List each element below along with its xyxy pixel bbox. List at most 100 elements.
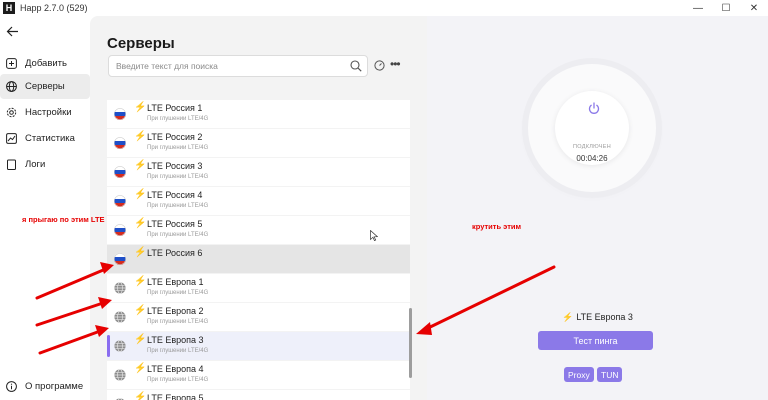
sidebar-item-logs[interactable]: Логи (0, 152, 90, 177)
maximize-button[interactable]: ☐ (712, 0, 740, 16)
server-item[interactable]: ⚡ LTE Европа 3 При глушении LTE/4G (107, 332, 410, 360)
ping-test-button[interactable]: Тест пинга (538, 331, 653, 350)
sidebar-item-label: Логи (25, 159, 46, 170)
server-name: LTE Европа 2 (147, 306, 204, 316)
connection-panel: ПОДКЛЮЧЕН 00:04:26 ⚡ LTE Европа 3 Тест пи… (427, 16, 768, 400)
sidebar: Добавить Серверы Настройки Статистика Ло… (0, 16, 90, 400)
sidebar-item-label: Добавить (25, 58, 67, 69)
search-icon[interactable] (350, 60, 362, 75)
bolt-icon: ⚡ (134, 189, 147, 200)
russia-flag-icon (114, 137, 126, 149)
russia-flag-icon (114, 224, 126, 236)
server-name: LTE Россия 6 (147, 248, 203, 258)
gear-icon (5, 107, 17, 119)
back-arrow-icon[interactable] (6, 25, 19, 40)
server-item[interactable]: ⚡ LTE Россия 4 При глушении LTE/4G (107, 187, 410, 215)
bolt-icon: ⚡ (134, 102, 147, 113)
server-subtitle: При глушении LTE/4G (147, 232, 209, 238)
server-subtitle: При глушении LTE/4G (147, 203, 209, 209)
power-ring: ПОДКЛЮЧЕН 00:04:26 (528, 64, 656, 192)
server-subtitle: При глушении LTE/4G (147, 348, 209, 354)
power-icon (588, 102, 600, 118)
current-server-name: LTE Европа 3 (576, 312, 633, 322)
server-subtitle: При глушении LTE/4G (147, 290, 209, 296)
search-input[interactable] (109, 56, 339, 76)
russia-flag-icon (114, 166, 126, 178)
bolt-icon: ⚡ (134, 247, 147, 258)
sidebar-item-label: О программе (25, 381, 84, 392)
server-name: LTE Россия 2 (147, 132, 203, 142)
bolt-icon: ⚡ (134, 363, 147, 374)
server-subtitle: При глушении LTE/4G (147, 319, 209, 325)
chart-icon (5, 133, 17, 145)
globe-flag-icon (114, 340, 126, 352)
russia-flag-icon (114, 195, 126, 207)
title-bar: H Happ 2.7.0 (529) — ☐ ✕ (0, 0, 768, 16)
server-subtitle: При глушении LTE/4G (147, 377, 209, 383)
window-title: Happ 2.7.0 (529) (20, 3, 88, 13)
sidebar-item-about[interactable]: О программе (0, 374, 90, 399)
globe-flag-icon (114, 282, 126, 294)
current-server: ⚡ LTE Европа 3 (427, 312, 768, 323)
server-name: LTE Россия 5 (147, 219, 203, 229)
bolt-icon: ⚡ (134, 334, 147, 345)
bolt-icon: ⚡ (134, 276, 147, 287)
russia-flag-icon (114, 108, 126, 120)
speedometer-icon[interactable] (374, 60, 385, 74)
server-item[interactable]: ⚡LTE Европа 5При глушении LTE/4G (107, 390, 410, 400)
search-box (108, 55, 368, 77)
sidebar-item-settings[interactable]: Настройки (0, 100, 90, 125)
server-item[interactable]: ⚡ LTE Россия 5 При глушении LTE/4G (107, 216, 410, 244)
server-subtitle: При глушении LTE/4G (147, 116, 209, 122)
bolt-icon: ⚡ (134, 160, 147, 171)
bolt-icon: ⚡ (562, 312, 574, 322)
sidebar-item-servers[interactable]: Серверы (0, 74, 90, 99)
globe-icon (5, 81, 17, 93)
server-item[interactable]: ⚡ LTE Россия 2 При глушении LTE/4G (107, 129, 410, 157)
scrollbar[interactable] (409, 308, 412, 378)
page-title: Серверы (107, 35, 175, 52)
server-item[interactable]: ⚡ LTE Россия 1 При глушении LTE/4G (107, 100, 410, 128)
server-name: LTE Европа 4 (147, 364, 204, 374)
server-list: ⚡ LTE Россия 1 При глушении LTE/4G ⚡ LTE Рос… (107, 100, 410, 400)
window-controls: — ☐ ✕ (684, 0, 768, 16)
server-name: LTE Европа 1 (147, 277, 204, 287)
mouse-cursor-icon (370, 229, 379, 244)
log-icon (5, 159, 17, 171)
annotation-right: крутить этим (472, 222, 522, 231)
info-icon (5, 381, 17, 393)
bolt-icon: ⚡ (134, 218, 147, 229)
proxy-mode-button[interactable]: Proxy (564, 367, 594, 382)
bolt-icon: ⚡ (134, 131, 147, 142)
server-name: LTE Европа 5 (147, 393, 204, 400)
minimize-button[interactable]: — (684, 0, 712, 16)
app-logo: H (3, 2, 15, 14)
servers-panel: Серверы ••• ⚡LTE Россия 1При глушении LT… (90, 16, 427, 400)
tun-mode-button[interactable]: TUN (597, 367, 623, 382)
add-icon (5, 58, 17, 70)
server-item[interactable]: ⚡ LTE Европа 1 При глушении LTE/4G (107, 274, 410, 302)
sidebar-item-add[interactable]: Добавить (0, 51, 90, 76)
server-name: LTE Европа 3 (147, 335, 204, 345)
russia-flag-icon (114, 253, 126, 265)
more-options-icon[interactable]: ••• (390, 57, 401, 71)
sidebar-item-label: Статистика (25, 133, 75, 144)
bolt-icon: ⚡ (134, 392, 147, 400)
sidebar-item-label: Серверы (25, 81, 65, 92)
close-button[interactable]: ✕ (740, 0, 768, 16)
server-name: LTE Россия 1 (147, 103, 203, 113)
annotation-left: я прыгаю по этим LTE (22, 215, 105, 224)
connection-timer: 00:04:26 (576, 154, 608, 163)
server-item[interactable]: ⚡ LTE Европа 4 При глушении LTE/4G (107, 361, 410, 389)
server-item[interactable]: ⚡ LTE Европа 2 При глушении LTE/4G (107, 303, 410, 331)
server-item[interactable]: ⚡ LTE Россия 6 (107, 245, 410, 273)
sidebar-item-statistics[interactable]: Статистика (0, 126, 90, 151)
server-name: LTE Россия 3 (147, 161, 203, 171)
bolt-icon: ⚡ (134, 305, 147, 316)
globe-flag-icon (114, 311, 126, 323)
connection-status: ПОДКЛЮЧЕН (572, 144, 612, 150)
globe-flag-icon (114, 369, 126, 381)
server-item[interactable]: ⚡ LTE Россия 3 При глушении LTE/4G (107, 158, 410, 186)
server-name: LTE Россия 4 (147, 190, 203, 200)
sidebar-item-label: Настройки (25, 107, 72, 118)
